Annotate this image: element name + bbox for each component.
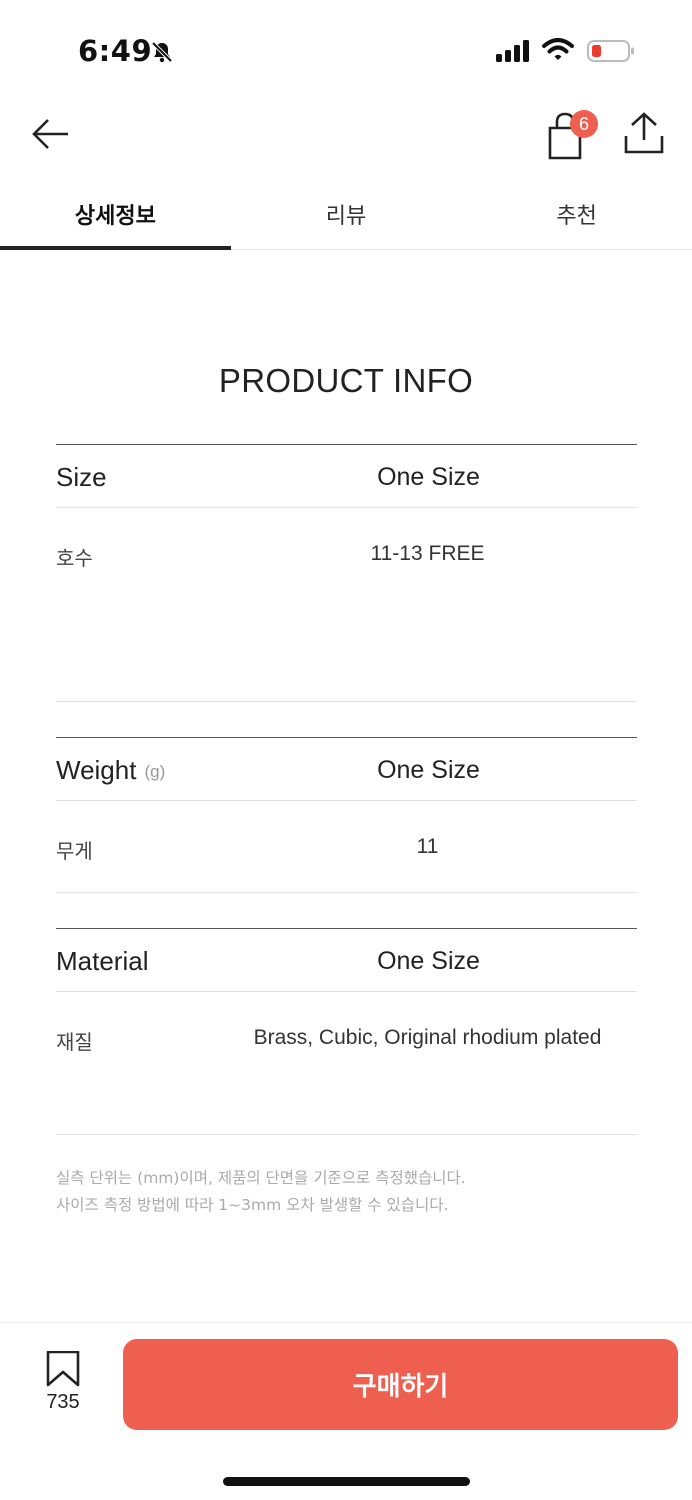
status-bar: 6:49 (0, 0, 692, 100)
bookmark-icon (46, 1350, 80, 1387)
size-label: Size (56, 461, 107, 492)
tab-details[interactable]: 상세정보 (0, 180, 231, 250)
material-row-value: Brass, Cubic, Original rhodium plated (253, 1026, 602, 1049)
home-indicator (223, 1477, 470, 1486)
weight-row-value: 11 (416, 835, 439, 858)
size-table-header: Size One Size (56, 444, 637, 508)
buy-button[interactable]: 구매하기 (123, 1339, 678, 1430)
bell-slash-icon (150, 40, 174, 68)
tab-bar: 상세정보 리뷰 추천 (0, 180, 692, 250)
cellular-signal-icon (496, 40, 532, 66)
size-row-value: 11-13 FREE (370, 542, 485, 565)
weight-column-header: One Size (377, 755, 480, 784)
weight-row: 무게 11 (56, 801, 637, 893)
size-table: Size One Size 호수 11-13 FREE (56, 444, 637, 702)
material-column-header: One Size (377, 946, 480, 975)
size-row-label: 호수 (56, 546, 93, 570)
size-row: 호수 11-13 FREE (56, 508, 637, 702)
tab-reviews[interactable]: 리뷰 (231, 180, 462, 248)
material-row: 재질 Brass, Cubic, Original rhodium plated (56, 992, 637, 1135)
material-row-label: 재질 (56, 1030, 93, 1054)
product-info-title: PRODUCT INFO (218, 362, 474, 399)
share-button[interactable] (622, 110, 666, 156)
wifi-icon (542, 38, 574, 66)
cart-badge: 6 (570, 110, 598, 138)
tab-recommendations[interactable]: 추천 (461, 180, 692, 248)
measurement-note-line: 사이즈 측정 방법에 따라 1~3mm 오차 발생할 수 있습니다. (56, 1196, 449, 1214)
material-label: Material (56, 945, 149, 976)
back-button[interactable] (26, 112, 74, 156)
size-column-header: One Size (377, 462, 480, 491)
bookmark-button[interactable]: 735 (36, 1350, 90, 1419)
weight-unit: (g) (144, 762, 166, 781)
material-table-header: Material One Size (56, 928, 637, 992)
measurement-note: 실측 단위는 (mm)이며, 제품의 단면을 기준으로 측정했습니다. 사이즈 … (56, 1165, 466, 1219)
status-time: 6:49 (78, 34, 153, 68)
weight-label: Weight (g) (56, 754, 166, 785)
weight-table-header: Weight (g) One Size (56, 737, 637, 801)
weight-row-label: 무게 (56, 839, 93, 863)
nav-bar: 6 (0, 100, 692, 170)
arrow-left-icon (32, 119, 68, 149)
cart-button[interactable]: 6 (544, 108, 600, 160)
battery-low-icon (587, 39, 635, 67)
bookmark-count: 735 (46, 1391, 80, 1413)
bottom-action-bar: 735 구매하기 (0, 1322, 692, 1500)
measurement-note-line: 실측 단위는 (mm)이며, 제품의 단면을 기준으로 측정했습니다. (56, 1169, 466, 1187)
share-upload-icon (624, 112, 664, 154)
material-table: Material One Size 재질 Brass, Cubic, Origi… (56, 928, 637, 1135)
weight-table: Weight (g) One Size 무게 11 (56, 737, 637, 893)
